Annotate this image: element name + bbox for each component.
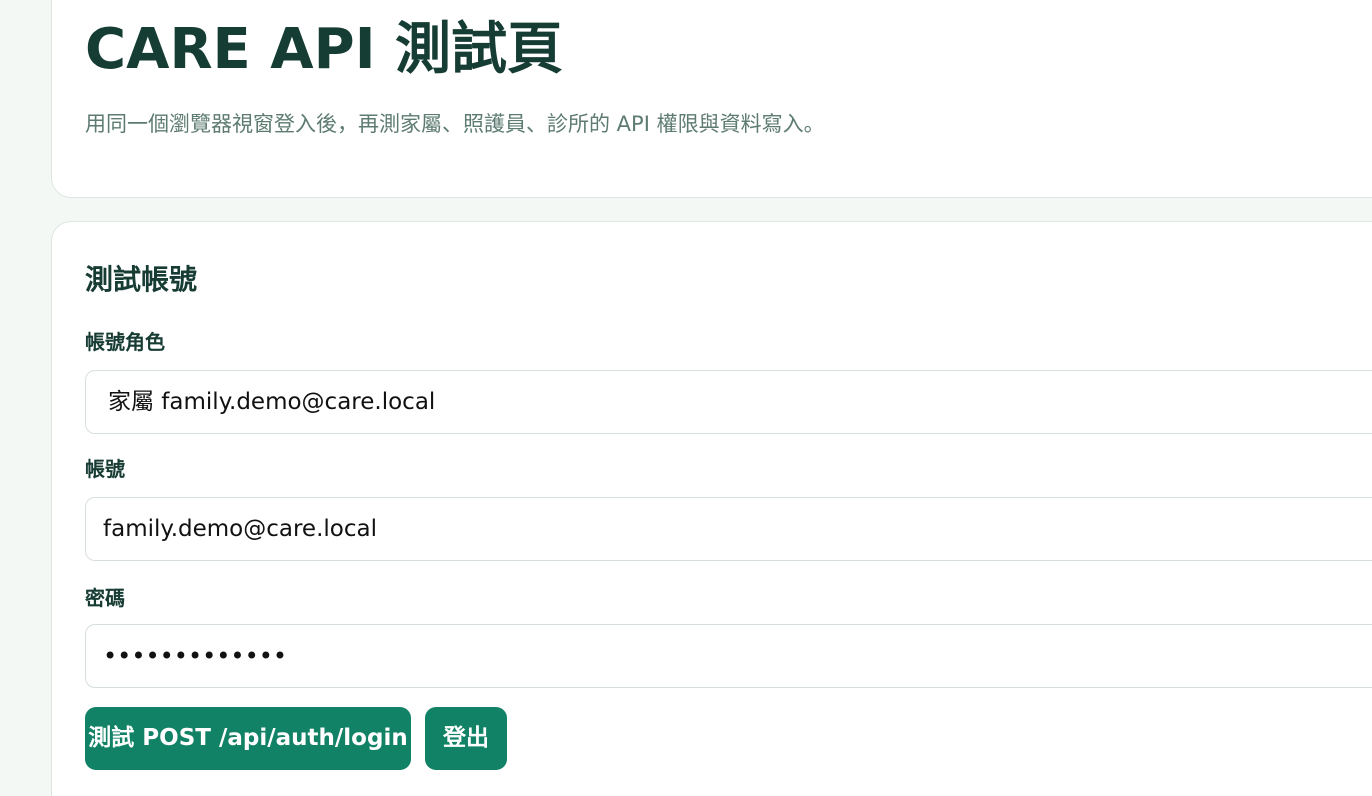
- page: CARE API 測試頁 用同一個瀏覽器視窗登入後，再測家屬、照護員、診所的 A…: [0, 0, 1372, 796]
- logout-button[interactable]: 登出: [425, 707, 507, 770]
- hero-card: CARE API 測試頁 用同一個瀏覽器視窗登入後，再測家屬、照護員、診所的 A…: [51, 0, 1372, 198]
- test-account-card: 測試帳號 帳號角色 家屬 family.demo@care.local 帳號 f…: [51, 221, 1372, 796]
- password-input-value: •••••••••••••: [103, 642, 288, 670]
- test-login-button[interactable]: 測試 POST /api/auth/login: [85, 707, 411, 770]
- role-select-value: 家屬 family.demo@care.local: [108, 389, 436, 415]
- page-title: CARE API 測試頁: [85, 17, 564, 82]
- account-input-value: family.demo@care.local: [103, 516, 377, 542]
- password-label: 密碼: [85, 586, 125, 610]
- section-title: 測試帳號: [85, 263, 198, 296]
- role-label: 帳號角色: [85, 330, 165, 354]
- page-subtitle: 用同一個瀏覽器視窗登入後，再測家屬、照護員、診所的 API 權限與資料寫入。: [85, 112, 825, 136]
- role-select[interactable]: 家屬 family.demo@care.local: [85, 370, 1372, 434]
- account-input[interactable]: family.demo@care.local: [85, 497, 1372, 561]
- password-input[interactable]: •••••••••••••: [85, 624, 1372, 688]
- account-label: 帳號: [85, 457, 125, 481]
